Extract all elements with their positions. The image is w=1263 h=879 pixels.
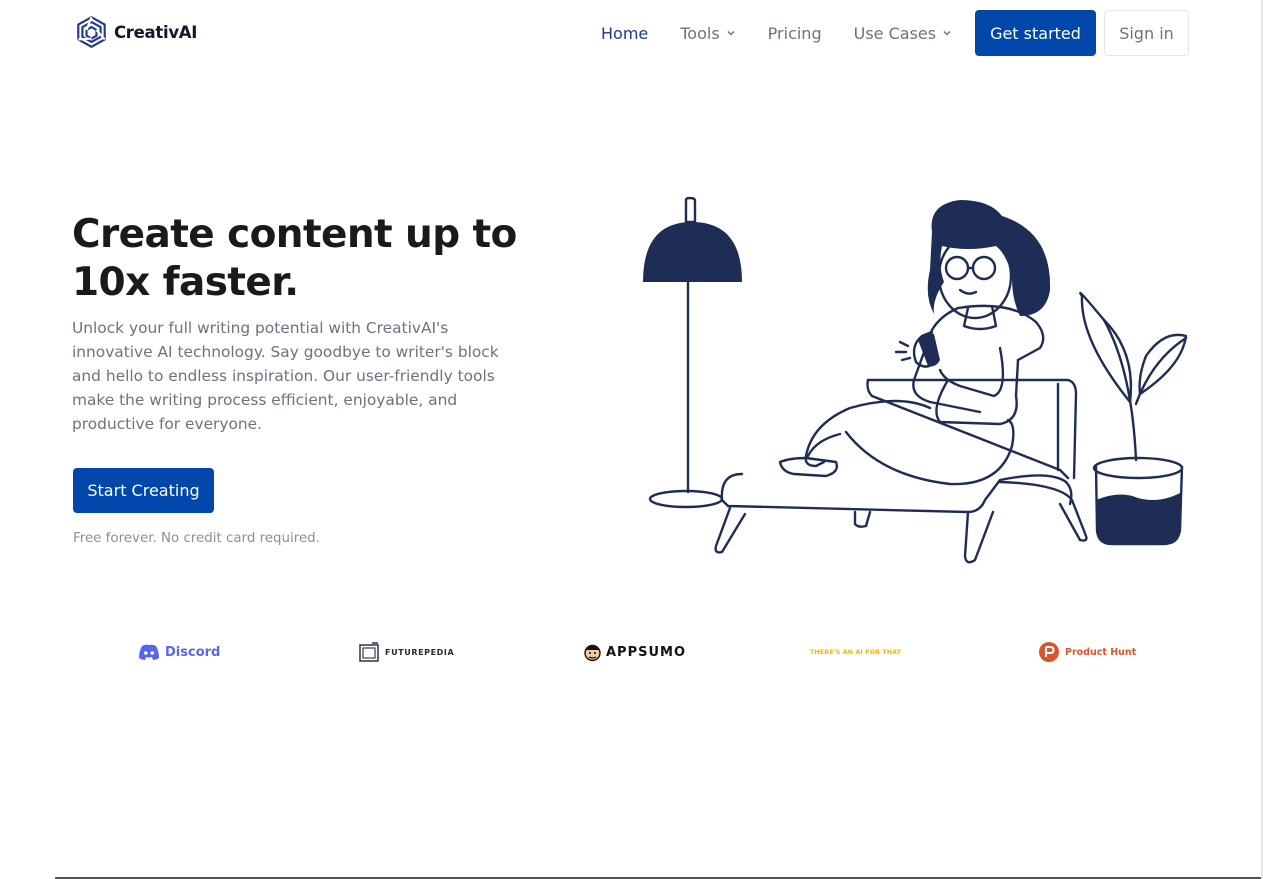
appsumo-mascot-icon bbox=[584, 644, 601, 662]
hero-title-line-2: 10x faster. bbox=[72, 260, 299, 305]
nav-tools-label: Tools bbox=[680, 23, 720, 43]
partner-product-hunt[interactable]: Product Hunt bbox=[1038, 636, 1136, 668]
hero-note: Free forever. No credit card required. bbox=[73, 531, 320, 546]
main-nav: Home Tools Pricing Use Cases bbox=[585, 10, 968, 56]
hero-description: Unlock your full writing potential with … bbox=[72, 319, 499, 433]
nav-pricing-label: Pricing bbox=[767, 23, 822, 43]
brand-logo[interactable]: CreativAI bbox=[75, 14, 197, 50]
creativai-logo-icon bbox=[77, 16, 106, 48]
hero-title: Create content up to 10x faster. bbox=[72, 211, 532, 307]
partner-logos: Discord FUTUREPEDIA APPSUMO THERE'S AN A… bbox=[0, 636, 1263, 668]
partner-product-hunt-label: Product Hunt bbox=[1065, 646, 1137, 658]
partner-futurepedia[interactable]: FUTUREPEDIA bbox=[358, 636, 454, 668]
partner-theres-an-ai-for-that[interactable]: THERE'S AN AI FOR THAT bbox=[810, 636, 901, 668]
partner-futurepedia-label: FUTUREPEDIA bbox=[385, 647, 455, 657]
get-started-button[interactable]: Get started bbox=[975, 10, 1096, 56]
partner-appsumo[interactable]: APPSUMO bbox=[584, 636, 686, 668]
chevron-down-icon bbox=[727, 30, 735, 36]
partner-theres-an-ai-label: THERE'S AN AI FOR THAT bbox=[810, 648, 902, 656]
discord-icon bbox=[139, 644, 159, 660]
nav-home-label: Home bbox=[601, 23, 649, 43]
hero-title-line-1: Create content up to bbox=[72, 212, 517, 257]
nav-use-cases[interactable]: Use Cases bbox=[838, 24, 968, 43]
brand-name: CreativAI bbox=[114, 22, 198, 42]
nav-use-cases-label: Use Cases bbox=[853, 23, 937, 43]
partner-discord-label: Discord bbox=[165, 644, 221, 660]
product-hunt-icon bbox=[1039, 642, 1059, 662]
futurepedia-icon bbox=[359, 642, 379, 662]
partner-appsumo-label: APPSUMO bbox=[606, 644, 687, 660]
top-navbar: CreativAI Home Tools Pricing Use Cases G… bbox=[0, 0, 1263, 66]
nav-pricing[interactable]: Pricing bbox=[752, 24, 838, 43]
nav-home[interactable]: Home bbox=[585, 24, 664, 43]
woman-on-lounge-chair-illustration bbox=[643, 196, 1188, 564]
chevron-down-icon bbox=[943, 30, 951, 36]
sign-in-button[interactable]: Sign in bbox=[1104, 10, 1189, 56]
nav-tools[interactable]: Tools bbox=[664, 24, 751, 43]
start-creating-button[interactable]: Start Creating bbox=[73, 468, 214, 513]
partner-discord[interactable]: Discord bbox=[138, 636, 220, 668]
